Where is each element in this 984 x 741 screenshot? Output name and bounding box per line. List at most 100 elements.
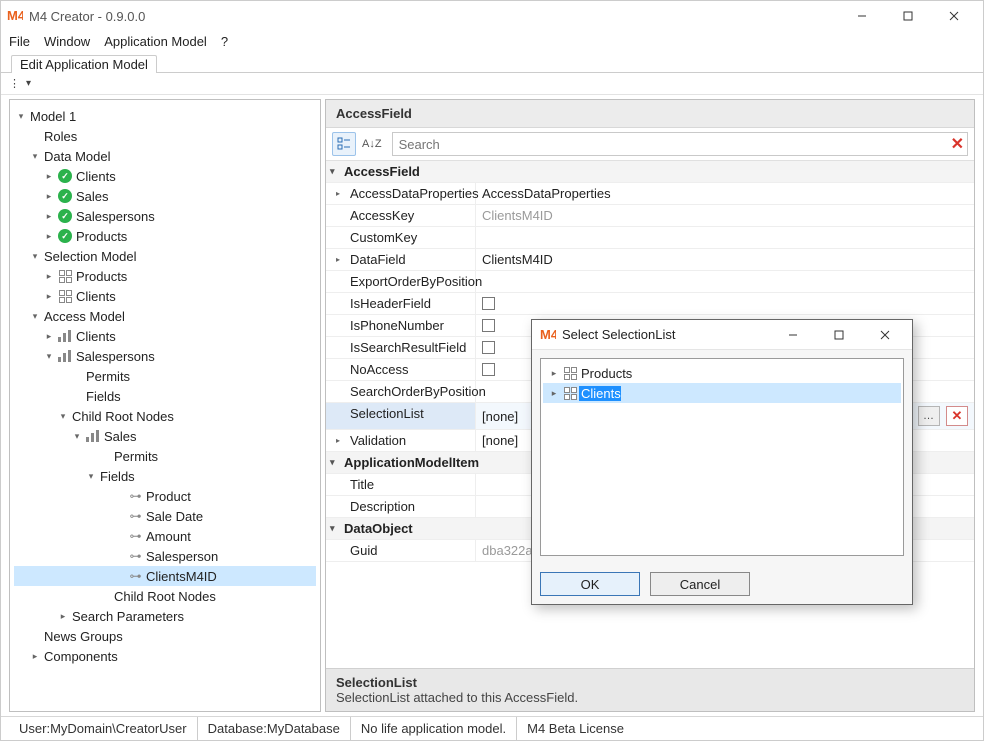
property-search-input[interactable] [392,132,968,156]
tree-node-roles[interactable]: Roles [14,126,316,146]
expander-icon[interactable]: ▸ [42,331,56,342]
browse-button[interactable]: … [918,406,940,426]
ok-button[interactable]: OK [540,572,640,596]
property-value[interactable] [476,271,974,292]
property-row-accesskey[interactable]: AccessKey ClientsM4ID [326,205,974,227]
model-tree[interactable]: ▾ Model 1 Roles ▾ Data Model ▸ Clients [10,100,320,711]
tree-node-crn-sales[interactable]: ▾ Sales [14,426,316,446]
tree-node-field-salesperson[interactable]: ⊶ Salesperson [14,546,316,566]
tree-node-model[interactable]: ▾ Model 1 [14,106,316,126]
menu-window[interactable]: Window [44,34,90,49]
expander-icon[interactable]: ▾ [28,251,42,262]
tree-node-permits[interactable]: Permits [14,366,316,386]
menu-application-model[interactable]: Application Model [104,34,207,49]
checkbox[interactable] [482,297,495,310]
chevron-down-icon[interactable]: ▾ [26,78,31,89]
expander-icon[interactable]: ▸ [28,651,42,662]
cancel-button[interactable]: Cancel [650,572,750,596]
button-label: Cancel [680,577,720,592]
property-row-accessdataproperties[interactable]: ▸AccessDataProperties AccessDataProperti… [326,183,974,205]
clear-value-button[interactable]: ✕ [946,406,968,426]
dialog-body: ▸ Products ▸ Clients [532,350,912,564]
dialog-tree-item-clients[interactable]: ▸ Clients [543,383,901,403]
expander-icon[interactable]: ▾ [70,431,84,442]
checkbox[interactable] [482,319,495,332]
tree-node-components[interactable]: ▸ Components [14,646,316,666]
tree-node-news-groups[interactable]: News Groups [14,626,316,646]
tree-node-access-model[interactable]: ▾ Access Model [14,306,316,326]
app-logo-icon: M4 [7,8,23,24]
tree-node-search-parameters[interactable]: ▸ Search Parameters [14,606,316,626]
menu-help[interactable]: ? [221,34,228,49]
expander-icon[interactable]: ▸ [42,291,56,302]
property-name: IsHeaderField [350,296,431,311]
tree-node-fields[interactable]: Fields [14,386,316,406]
tree-node-am-clients[interactable]: ▸ Clients [14,326,316,346]
property-description-text: SelectionList attached to this AccessFie… [336,690,964,705]
property-row-customkey[interactable]: CustomKey [326,227,974,249]
tree-node-field-amount[interactable]: ⊶ Amount [14,526,316,546]
selectionlist-tree[interactable]: ▸ Products ▸ Clients [540,358,904,556]
dialog-tree-item-products[interactable]: ▸ Products [543,363,901,383]
tree-node-dm-sales[interactable]: ▸ Sales [14,186,316,206]
maximize-button[interactable] [885,1,931,31]
tree-node-dm-clients[interactable]: ▸ Clients [14,166,316,186]
toolbar-menu-icon[interactable]: ⋮ [9,77,20,90]
checkbox[interactable] [482,363,495,376]
tree-node-dm-products[interactable]: ▸ Products [14,226,316,246]
expander-icon[interactable]: ▸ [547,388,561,399]
tree-node-sm-products[interactable]: ▸ Products [14,266,316,286]
expander-icon[interactable]: ▾ [42,351,56,362]
expander-icon[interactable]: ▾ [28,151,42,162]
expander-icon[interactable]: ▸ [547,368,561,379]
tree-node-crn-fields[interactable]: ▾ Fields [14,466,316,486]
property-category-accessfield[interactable]: ▾AccessField [326,161,974,182]
tree-node-field-clientsm4id[interactable]: ⊶ ClientsM4ID [14,566,316,586]
minimize-button[interactable] [839,1,885,31]
expander-icon[interactable]: ▾ [14,111,28,122]
menu-file[interactable]: File [9,34,30,49]
tree-label: Amount [144,529,191,544]
grid-icon [561,365,579,381]
property-value[interactable]: AccessDataProperties [476,183,974,204]
property-row-datafield[interactable]: ▸DataField ClientsM4ID [326,249,974,271]
tree-node-am-salespersons[interactable]: ▾ Salespersons [14,346,316,366]
dialog-close-button[interactable] [862,320,908,350]
expander-icon[interactable]: ▸ [42,271,56,282]
expander-icon[interactable]: ▸ [42,171,56,182]
property-value[interactable]: ClientsM4ID [476,249,974,270]
tree-node-dm-salespersons[interactable]: ▸ Salespersons [14,206,316,226]
clear-search-icon[interactable]: ✕ [951,134,964,154]
tree-node-sm-clients[interactable]: ▸ Clients [14,286,316,306]
categorized-view-button[interactable] [332,132,356,156]
tree-node-data-model[interactable]: ▾ Data Model [14,146,316,166]
alphabetical-sort-button[interactable]: A↓Z [360,138,388,150]
expander-icon[interactable]: ▸ [42,211,56,222]
expander-icon[interactable]: ▾ [28,311,42,322]
tree-label: Products [74,229,127,244]
tree-node-field-product[interactable]: ⊶ Product [14,486,316,506]
tree-node-field-sale-date[interactable]: ⊶ Sale Date [14,506,316,526]
close-button[interactable] [931,1,977,31]
expander-icon[interactable]: ▸ [42,191,56,202]
expander-icon[interactable]: ▾ [84,471,98,482]
property-value[interactable]: ClientsM4ID [476,205,974,226]
expander-icon[interactable]: ▸ [56,611,70,622]
property-row-exportorder[interactable]: ExportOrderByPosition [326,271,974,293]
tree-label: ClientsM4ID [144,569,217,584]
expander-icon[interactable]: ▸ [42,231,56,242]
tree-node-child-root-nodes[interactable]: ▾ Child Root Nodes [14,406,316,426]
tree-node-selection-model[interactable]: ▾ Selection Model [14,246,316,266]
property-row-isheaderfield[interactable]: IsHeaderField [326,293,974,315]
tree-node-crn-permits[interactable]: Permits [14,446,316,466]
dialog-minimize-button[interactable] [770,320,816,350]
tree-node-crn-child-root-nodes[interactable]: Child Root Nodes [14,586,316,606]
expander-icon[interactable]: ▾ [56,411,70,422]
key-icon: ⊶ [126,528,144,544]
property-name: Title [350,477,374,492]
checkbox[interactable] [482,341,495,354]
tab-edit-application-model[interactable]: Edit Application Model [11,55,157,73]
property-value[interactable] [476,227,974,248]
dialog-maximize-button[interactable] [816,320,862,350]
tree-label: Salespersons [74,209,155,224]
